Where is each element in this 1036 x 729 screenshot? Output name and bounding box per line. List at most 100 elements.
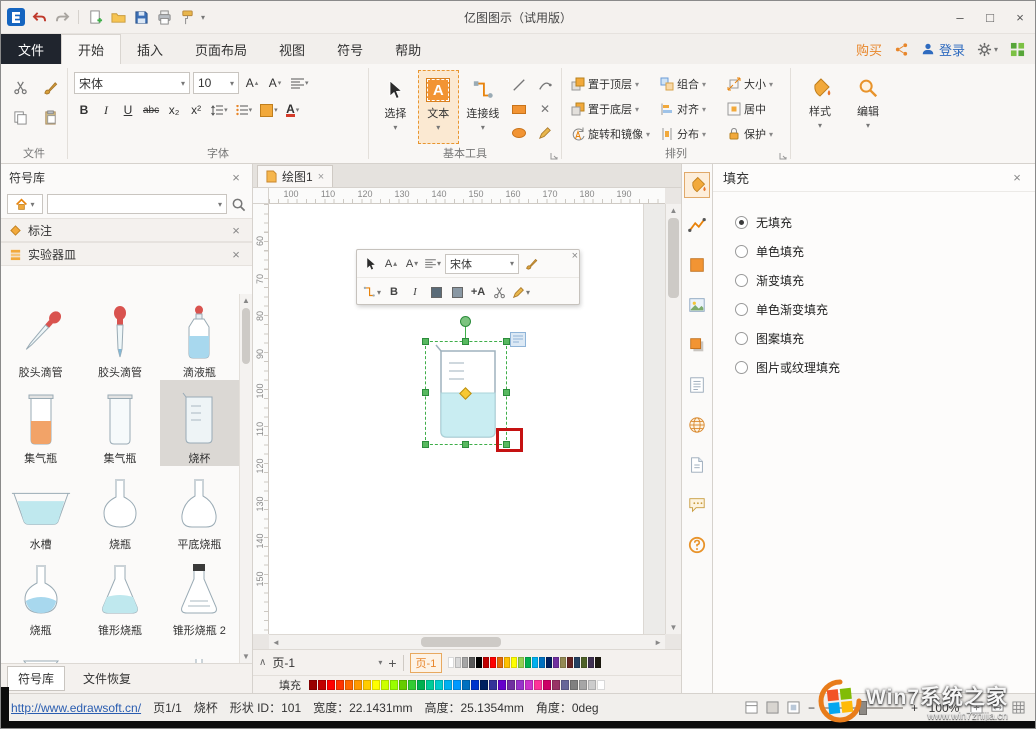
color-swatch[interactable] [570, 680, 578, 690]
color-swatch[interactable] [363, 680, 371, 690]
close-icon[interactable]: × [1009, 170, 1025, 185]
symbol-锥形烧瓶 2[interactable]: 锥形烧瓶 2 [160, 552, 239, 638]
arrange-distribute-button[interactable]: 分布▾ [657, 122, 723, 146]
delete-tool-button[interactable]: ✕ [533, 98, 557, 120]
color-swatch[interactable] [525, 680, 533, 690]
color-swatch[interactable] [426, 680, 434, 690]
fill-option-图片或纹理填充[interactable]: 图片或纹理填充 [735, 359, 1035, 376]
mini-shrink-font-button[interactable]: A▾ [403, 254, 421, 274]
handle-w[interactable] [422, 389, 429, 396]
fullscreen-view-icon[interactable] [766, 701, 779, 714]
color-swatch[interactable] [539, 657, 545, 668]
mini-grow-font-button[interactable]: A▴ [382, 254, 400, 274]
underline-button[interactable]: U [118, 100, 138, 120]
page-list-caret-icon[interactable]: ▾ [378, 658, 382, 667]
italic-button[interactable]: I [96, 100, 116, 120]
format-painter-button[interactable] [37, 74, 63, 100]
symbol-funnel[interactable] [1, 638, 80, 663]
format-painter-icon[interactable] [178, 8, 196, 26]
scroll-up-icon[interactable]: ▲ [666, 206, 681, 215]
color-swatch[interactable] [588, 680, 596, 690]
symbol-胶头滴管[interactable]: 胶头滴管 [1, 294, 80, 380]
mini-bold-button[interactable]: B [385, 282, 403, 302]
fill-option-渐变填充[interactable]: 渐变填充 [735, 272, 1035, 289]
subscript-button[interactable]: x₂ [164, 100, 184, 120]
mini-tools-icon[interactable] [490, 282, 508, 302]
close-button[interactable]: × [1005, 1, 1035, 34]
color-swatch[interactable] [399, 680, 407, 690]
color-swatch[interactable] [408, 680, 416, 690]
color-swatch[interactable] [469, 657, 475, 668]
color-swatch[interactable] [546, 657, 552, 668]
symbol-胶头滴管[interactable]: 胶头滴管 [80, 294, 159, 380]
panel-tab-符号库[interactable]: 符号库 [7, 666, 65, 691]
line-spacing-button[interactable]: ▾ [208, 100, 231, 120]
buy-link[interactable]: 购买 [856, 40, 882, 59]
color-swatch[interactable] [516, 680, 524, 690]
mini-quick-style-button[interactable]: +A [469, 282, 487, 302]
doc-tab-drawing1[interactable]: 绘图1 × [257, 165, 333, 187]
color-swatch[interactable] [372, 680, 380, 690]
handle-sw[interactable] [422, 441, 429, 448]
shape-pane-button[interactable] [684, 252, 710, 278]
tab-file[interactable]: 文件 [1, 34, 61, 64]
bold-button[interactable]: B [74, 100, 94, 120]
panel-tab-文件恢复[interactable]: 文件恢复 [73, 667, 141, 690]
scroll-right-icon[interactable]: ► [654, 638, 662, 647]
fill-option-图案填充[interactable]: 图案填充 [735, 330, 1035, 347]
color-swatch[interactable] [435, 680, 443, 690]
color-swatch[interactable] [354, 680, 362, 690]
note-pane-button[interactable] [684, 372, 710, 398]
arrange-rotate-button[interactable]: 旋转和镜像▾ [568, 122, 656, 146]
grid-toggle-icon[interactable] [1012, 701, 1025, 714]
color-swatch[interactable] [483, 657, 489, 668]
edit-button[interactable]: 编辑▾ [845, 68, 891, 142]
color-swatch[interactable] [462, 657, 468, 668]
section-lab-vessels[interactable]: 实验器皿 × [1, 242, 252, 266]
help-pane-button[interactable] [684, 532, 710, 558]
tab-符号[interactable]: 符号 [321, 34, 379, 64]
open-folder-icon[interactable] [109, 8, 127, 26]
color-swatch[interactable] [417, 680, 425, 690]
superscript-button[interactable]: x² [186, 100, 206, 120]
toolbar-options-caret-icon[interactable]: ▾ [201, 13, 205, 22]
close-icon[interactable]: × [228, 170, 244, 185]
scrollbar-thumb[interactable] [421, 637, 501, 647]
cut-button[interactable] [7, 74, 33, 100]
scrollbar-thumb[interactable] [242, 308, 250, 364]
symbol-tube-green[interactable] [160, 638, 239, 663]
color-swatch[interactable] [511, 657, 517, 668]
symbol-集气瓶[interactable]: 集气瓶 [1, 380, 80, 466]
fill-option-单色渐变填充[interactable]: 单色渐变填充 [735, 301, 1035, 318]
rectangle-tool-button[interactable] [507, 98, 531, 120]
paste-button[interactable] [37, 104, 63, 130]
grow-font-button[interactable]: A▴ [242, 73, 262, 93]
handle-e[interactable] [503, 389, 510, 396]
color-swatch[interactable] [309, 680, 317, 690]
drawing-area[interactable]: × A▴ A▾ ▾ 宋体▾ ▾ B I +A ▾ [269, 204, 665, 634]
close-icon[interactable]: × [318, 171, 324, 183]
tab-视图[interactable]: 视图 [263, 34, 321, 64]
hyperlink-pane-button[interactable] [684, 412, 710, 438]
color-swatch[interactable] [588, 657, 594, 668]
font-family-select[interactable]: 宋体▾ [74, 72, 190, 94]
scroll-down-icon[interactable]: ▼ [240, 652, 252, 661]
handle-s[interactable] [462, 441, 469, 448]
close-icon[interactable]: × [228, 223, 244, 238]
color-swatch[interactable] [543, 680, 551, 690]
radio-icon[interactable] [735, 216, 748, 229]
page-tab[interactable]: 页-1 [272, 654, 372, 671]
close-icon[interactable]: × [228, 247, 244, 262]
text-highlight-button[interactable]: ▾ [257, 100, 281, 120]
symbol-锥形烧瓶[interactable]: 锥形烧瓶 [80, 552, 159, 638]
color-swatch[interactable] [390, 680, 398, 690]
zoom-slider-knob[interactable] [859, 701, 867, 715]
pan-view-icon[interactable] [787, 701, 800, 714]
color-swatch[interactable] [518, 657, 524, 668]
color-swatch[interactable] [597, 680, 605, 690]
vertical-scrollbar[interactable]: ▲ ▼ [665, 204, 681, 634]
color-swatch[interactable] [490, 657, 496, 668]
mini-format-painter-icon[interactable] [522, 254, 540, 274]
page-pane-button[interactable] [684, 452, 710, 478]
color-swatch[interactable] [381, 680, 389, 690]
